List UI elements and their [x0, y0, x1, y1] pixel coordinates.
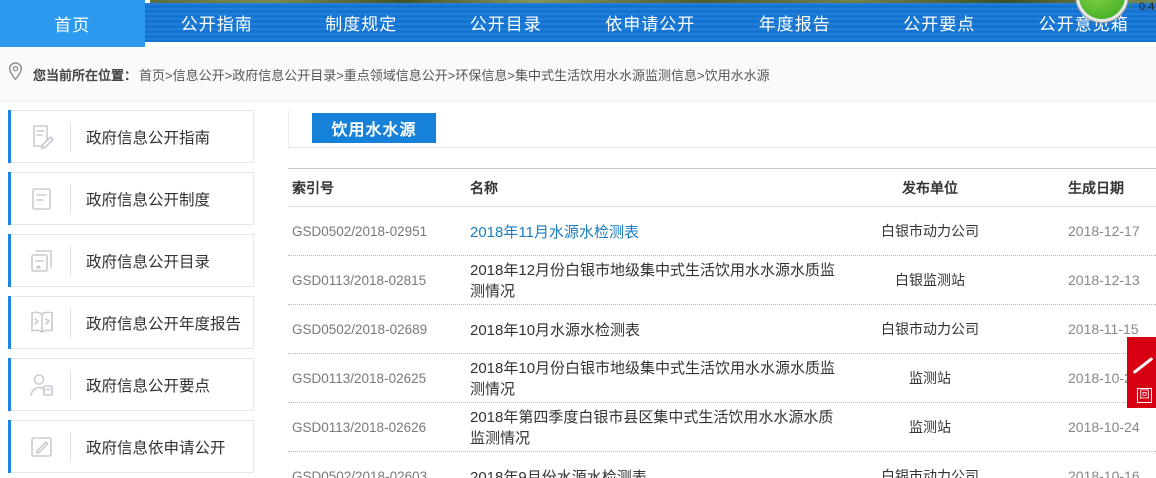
sidebar-item[interactable]: 政府信息依申请公开 [8, 420, 254, 473]
table-row: GSD0502/2018-02603 2018年9月份水源水检测表 白银市动力公司2… [288, 452, 1156, 478]
records-table: 索引号名称发布单位生成日期 GSD0502/2018-02951 2018年11月… [288, 168, 1156, 478]
sidebar-item-label: 政府信息公开制度 [86, 188, 210, 210]
sidebar-item-label: 政府信息依申请公开 [86, 436, 226, 458]
record-publisher: 白银市动力公司 [850, 319, 1010, 339]
sidebar-item[interactable]: 政府信息公开目录 [8, 234, 254, 287]
record-name: 2018年12月份白银市地级集中式生活饮用水水源水质监测情况 [470, 262, 835, 300]
download-arrow-icon: ↓ [1128, 0, 1133, 10]
main-content: 饮用水水源 索引号名称发布单位生成日期 GSD0502/2018-02951 20… [288, 110, 1156, 478]
table-row: GSD0113/2018-02625 2018年10月份白银市地级集中式生活饮用水… [288, 354, 1156, 403]
nav-item-regulations[interactable]: 制度规定 [289, 3, 434, 42]
table-row: GSD0113/2018-02815 2018年12月份白银市地级集中式生活饮用水… [288, 256, 1156, 305]
record-publisher: 监测站 [850, 417, 1010, 437]
pen-icon [1133, 357, 1154, 374]
record-index-no: GSD0113/2018-02815 [288, 273, 460, 288]
sidebar: 政府信息公开指南政府信息公开制度政府信息公开目录政府信息公开年度报告政府信息公开… [8, 110, 254, 478]
sidebar-item[interactable]: 政府信息公开指南 [8, 110, 254, 163]
sidebar-divider [70, 184, 71, 214]
sidebar-item[interactable]: 政府信息公开要点 [8, 358, 254, 411]
record-name: 2018年10月水源水检测表 [470, 322, 640, 339]
record-name: 2018年第四季度白银市县区集中式生活饮用水水源水质监测情况 [470, 409, 833, 447]
record-link[interactable]: 2018年11月水源水检测表 [470, 224, 639, 241]
table-row: GSD0113/2018-02626 2018年第四季度白银市县区集中式生活饮用水… [288, 403, 1156, 452]
sidebar-item-label: 政府信息公开指南 [86, 126, 210, 148]
catalog-icon [28, 247, 56, 275]
sidebar-divider [70, 308, 71, 338]
record-publisher: 白银市动力公司 [850, 221, 1010, 241]
record-name: 2018年10月份白银市地级集中式生活饮用水水源水质监测情况 [470, 360, 835, 398]
sidebar-divider [70, 122, 71, 152]
record-date: 2018-12-17 [1010, 223, 1156, 239]
breadcrumb: 您当前所在位置： 首页>信息公开>政府信息公开目录>重点领域信息公开>环保信息>… [0, 47, 1156, 102]
record-index-no: GSD0502/2018-02951 [288, 224, 460, 239]
nav-item-home[interactable]: 首页 [0, 0, 145, 47]
record-publisher: 白银监测站 [850, 270, 1010, 290]
apply-edit-icon [28, 433, 56, 461]
panel-header: 饮用水水源 [288, 110, 1156, 148]
record-index-no: GSD0113/2018-02626 [288, 420, 460, 435]
breadcrumb-label: 您当前所在位置： [33, 65, 137, 84]
back-to-top-icon: 回 [1137, 388, 1152, 403]
annual-report-icon [28, 309, 56, 337]
table-row: GSD0502/2018-02689 2018年10月水源水检测表 白银市动力公司2… [288, 305, 1156, 354]
record-date: 2018-12-13 [1010, 272, 1156, 288]
nav-item-guide[interactable]: 公开指南 [145, 3, 290, 42]
record-name-cell: 2018年12月份白银市地级集中式生活饮用水水源水质监测情况 [460, 259, 850, 301]
top-nav: 首页公开指南制度规定公开目录依申请公开年度报告公开要点公开意见箱 [0, 0, 1156, 47]
record-name: 2018年9月份水源水检测表 [470, 469, 647, 478]
page-title-tab[interactable]: 饮用水水源 [312, 113, 436, 143]
sidebar-item[interactable]: 政府信息公开年度报告 [8, 296, 254, 349]
guide-doc-icon [28, 123, 56, 151]
record-name-cell: 2018年10月水源水检测表 [460, 319, 850, 340]
speed-value: 0.4 [1139, 1, 1154, 13]
table-row: GSD0502/2018-02951 2018年11月水源水检测表 白银市动力公司2… [288, 207, 1156, 256]
nav-item-catalog[interactable]: 公开目录 [434, 3, 579, 42]
sidebar-accent-bar [8, 296, 11, 349]
nav-item-key-points[interactable]: 公开要点 [867, 3, 1012, 42]
record-date: 2018-11-15 [1010, 321, 1156, 337]
column-header: 发布单位 [850, 178, 1010, 198]
sidebar-divider [70, 432, 71, 462]
sidebar-item-label: 政府信息公开年度报告 [86, 312, 241, 334]
sidebar-accent-bar [8, 358, 11, 411]
nav-items: 首页公开指南制度规定公开目录依申请公开年度报告公开要点公开意见箱 [0, 0, 1156, 47]
record-date: 2018-10-16 [1010, 468, 1156, 478]
sidebar-accent-bar [8, 172, 11, 225]
column-header: 索引号 [288, 178, 460, 198]
page: 首页公开指南制度规定公开目录依申请公开年度报告公开要点公开意见箱 ↓ 0.4 您… [0, 0, 1156, 478]
sidebar-divider [70, 370, 71, 400]
record-index-no: GSD0502/2018-02689 [288, 322, 460, 337]
sidebar-divider [70, 246, 71, 276]
record-date: 2018-10-24 [1010, 419, 1156, 435]
record-index-no: GSD0502/2018-02603 [288, 469, 460, 478]
sidebar-accent-bar [8, 234, 11, 287]
key-points-icon [28, 371, 56, 399]
record-name-cell: 2018年11月水源水检测表 [460, 221, 850, 242]
column-header: 生成日期 [1010, 178, 1156, 198]
record-name-cell: 2018年9月份水源水检测表 [460, 466, 850, 478]
record-name-cell: 2018年10月份白银市地级集中式生活饮用水水源水质监测情况 [460, 357, 850, 399]
breadcrumb-path[interactable]: 首页>信息公开>政府信息公开目录>重点领域信息公开>环保信息>集中式生活饮用水水… [139, 65, 770, 84]
location-pin-icon [8, 62, 23, 86]
sidebar-item-label: 政府信息公开目录 [86, 250, 210, 272]
record-index-no: GSD0113/2018-02625 [288, 371, 460, 386]
table-header-row: 索引号名称发布单位生成日期 [288, 169, 1156, 207]
record-name-cell: 2018年第四季度白银市县区集中式生活饮用水水源水质监测情况 [460, 406, 850, 448]
floating-write-letter-widget[interactable]: 回 [1127, 337, 1156, 408]
sidebar-accent-bar [8, 110, 11, 163]
column-header: 名称 [460, 178, 850, 198]
policy-doc-icon [28, 185, 56, 213]
nav-item-apply[interactable]: 依申请公开 [578, 3, 723, 42]
record-publisher: 白银市动力公司 [850, 466, 1010, 478]
sidebar-item-label: 政府信息公开要点 [86, 374, 210, 396]
record-publisher: 监测站 [850, 368, 1010, 388]
nav-item-annual-report[interactable]: 年度报告 [723, 3, 868, 42]
sidebar-accent-bar [8, 420, 11, 473]
sidebar-item[interactable]: 政府信息公开制度 [8, 172, 254, 225]
